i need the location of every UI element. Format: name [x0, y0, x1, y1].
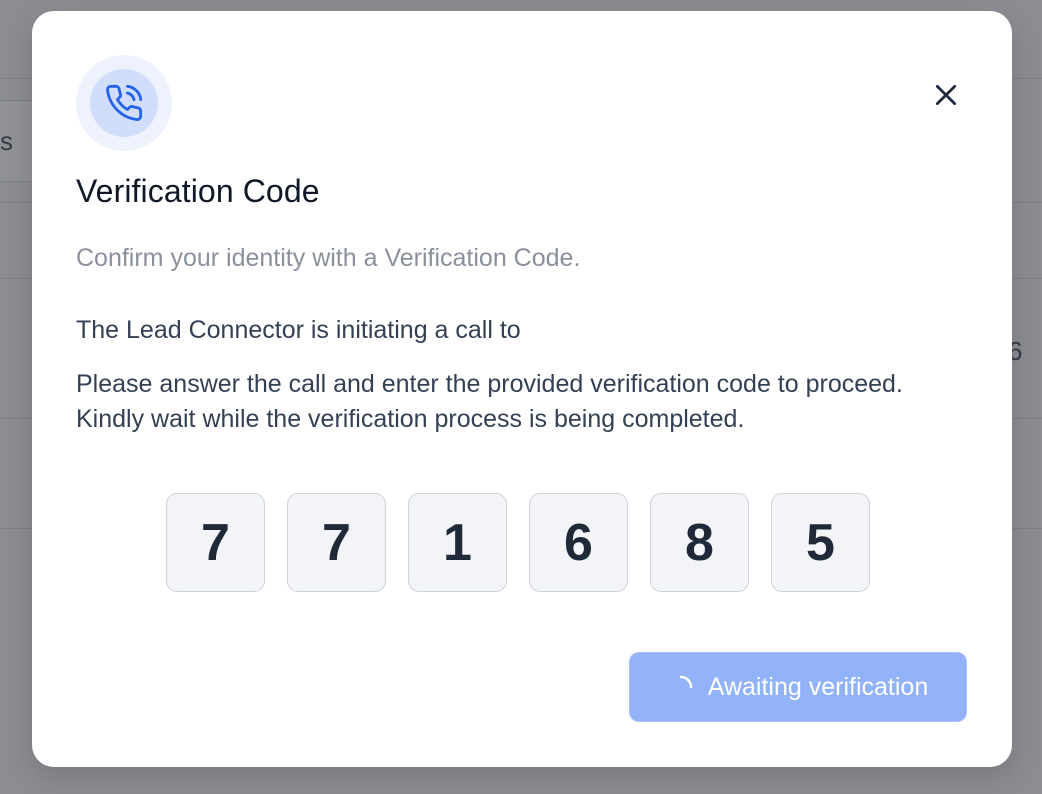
instructions-text: Please answer the call and enter the pro… [76, 370, 903, 433]
code-digit-6[interactable]: 5 [771, 493, 870, 592]
code-digit-5[interactable]: 8 [650, 493, 749, 592]
phone-call-icon [106, 84, 143, 121]
spinner-icon [679, 675, 693, 689]
verification-code-inputs: 7 7 1 6 8 5 [166, 493, 870, 592]
verification-modal: Verification Code Confirm your identity … [32, 11, 1012, 767]
awaiting-verification-label: Awaiting verification [707, 672, 929, 701]
code-digit-3[interactable]: 1 [408, 493, 507, 592]
phone-icon-badge [76, 55, 172, 151]
initiating-call-text: The Lead Connector is initiating a call … [76, 316, 521, 344]
close-button[interactable] [928, 77, 964, 113]
modal-title: Verification Code [76, 173, 320, 209]
close-icon [935, 84, 957, 106]
modal-subtitle: Confirm your identity with a Verificatio… [76, 244, 581, 272]
code-digit-2[interactable]: 7 [287, 493, 386, 592]
code-digit-4[interactable]: 6 [529, 493, 628, 592]
awaiting-verification-button[interactable]: Awaiting verification [629, 652, 967, 722]
code-digit-1[interactable]: 7 [166, 493, 265, 592]
